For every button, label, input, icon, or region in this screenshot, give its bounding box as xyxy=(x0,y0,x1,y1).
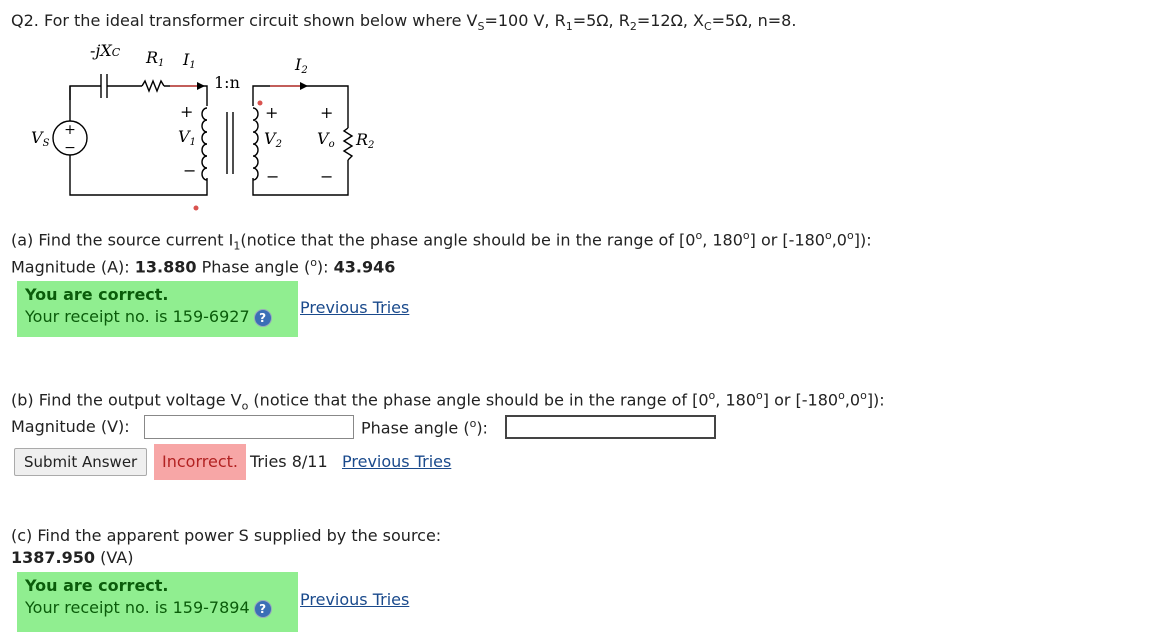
apparent-power-value: 1387.950 xyxy=(11,548,96,567)
help-icon[interactable]: ? xyxy=(253,308,272,327)
phase-angle-input[interactable] xyxy=(505,415,716,439)
part-c-answer: 1387.950 (VA) xyxy=(11,548,133,567)
source-plus: + xyxy=(64,122,76,138)
receipt-text: Your receipt no. is 159-6927 xyxy=(25,307,250,326)
v1-minus: − xyxy=(183,161,196,180)
vo-minus: − xyxy=(320,167,333,186)
label-v2: V2 xyxy=(264,129,282,150)
label-i1: I1 xyxy=(182,50,196,71)
v2-minus: − xyxy=(266,167,279,186)
phase-label: Phase angle ( xyxy=(196,257,311,277)
wire xyxy=(69,85,101,100)
prompt-text: , 180 xyxy=(715,390,756,410)
part-b-previous-tries-link[interactable]: Previous Tries xyxy=(342,452,451,471)
phase-label: Phase angle (o): xyxy=(361,417,488,437)
prompt-text: (notice that the phase angle should be i… xyxy=(240,230,696,250)
part-a-correct-box: You are correct. Your receipt no. is 159… xyxy=(17,281,298,337)
receipt-text: Your receipt no. is 159-7894 xyxy=(25,598,250,617)
phase-label-end: ): xyxy=(316,257,334,277)
prompt-sup: o xyxy=(742,229,750,242)
v2-plus: + xyxy=(265,103,278,122)
label-v1: V1 xyxy=(178,127,196,148)
magnitude-label: Magnitude (A): xyxy=(11,257,135,277)
prompt-text: ] or [-180 xyxy=(749,230,825,250)
resistor-r2 xyxy=(342,127,354,161)
prompt-text: ]): xyxy=(866,390,885,410)
label-vo: Vo xyxy=(317,129,335,150)
secondary-coil xyxy=(252,107,259,181)
prompt-text: ]): xyxy=(853,230,872,250)
magnitude-label: Magnitude (V): xyxy=(11,417,130,436)
label-vs: VS xyxy=(31,128,50,149)
phase-label-text: Phase angle ( xyxy=(361,418,470,438)
part-c-correct-box: You are correct. Your receipt no. is 159… xyxy=(17,572,298,632)
v1-plus: + xyxy=(180,102,193,121)
prompt-sup: o xyxy=(824,229,832,242)
prompt-sup: o xyxy=(838,389,845,402)
part-a-previous-tries-link[interactable]: Previous Tries xyxy=(300,298,409,317)
primary-coil xyxy=(201,107,208,181)
title-sub: 1 xyxy=(565,20,573,34)
help-icon[interactable]: ? xyxy=(253,599,272,618)
question-title: Q2. For the ideal transformer circuit sh… xyxy=(11,11,796,33)
title-text: =5Ω, R xyxy=(572,11,630,30)
incorrect-badge: Incorrect. xyxy=(154,444,246,480)
part-c-prompt: (c) Find the apparent power S supplied b… xyxy=(11,526,442,545)
prompt-text: (notice that the phase angle should be i… xyxy=(248,390,709,410)
magnitude-input[interactable] xyxy=(144,415,354,439)
prompt-text: (b) Find the output voltage V xyxy=(11,390,242,410)
label-ratio: 1:n xyxy=(214,73,240,92)
prompt-sup: o xyxy=(756,389,763,402)
i1-arrowhead xyxy=(197,82,205,90)
magnitude-value: 13.880 xyxy=(134,257,197,277)
correct-message: You are correct. xyxy=(25,576,169,595)
i2-arrowhead xyxy=(300,82,308,90)
title-sub: C xyxy=(703,20,712,34)
prompt-text: , 180 xyxy=(702,230,743,250)
correct-message: You are correct. xyxy=(25,285,169,304)
tries-text: Tries 8/11 xyxy=(250,452,328,471)
phase-value: 43.946 xyxy=(333,257,396,277)
prompt-text: ,0 xyxy=(844,390,861,410)
polarity-dot xyxy=(193,205,199,211)
title-text: =100 V, R xyxy=(484,11,566,30)
polarity-dot xyxy=(257,100,263,106)
label-i2: I2 xyxy=(294,55,308,76)
resistor-r1 xyxy=(141,79,165,93)
part-b-prompt: (b) Find the output voltage V o (notice t… xyxy=(11,389,885,413)
title-text: =12Ω, X xyxy=(636,11,704,30)
part-a-answer: Magnitude (A): 13.880 Phase angle (o): 4… xyxy=(11,256,395,276)
phase-unit-sup: o xyxy=(310,256,317,269)
title-text: Q2. For the ideal transformer circuit sh… xyxy=(11,11,478,30)
label-jxc: -jXC xyxy=(90,41,121,60)
label-r2: R2 xyxy=(355,130,374,151)
prompt-sup: o xyxy=(860,389,867,402)
phase-label-end: ): xyxy=(476,418,488,438)
transformer-circuit-diagram: + − -jXC R1 I1 1:n I2 VS + V1 − + V2 − +… xyxy=(31,41,374,211)
title-text: =5Ω, n=8. xyxy=(711,11,797,30)
unit-label: (VA) xyxy=(95,548,134,567)
prompt-text: ] or [-180 xyxy=(762,390,839,410)
vo-plus: + xyxy=(320,103,333,122)
receipt-line: Your receipt no. is 159-7894? xyxy=(25,598,272,618)
part-a-prompt: (a) Find the source current I1(notice th… xyxy=(11,229,872,253)
prompt-text: ,0 xyxy=(831,230,847,250)
title-sub: 2 xyxy=(629,20,637,34)
submit-answer-button[interactable]: Submit Answer xyxy=(14,448,148,476)
source-minus: − xyxy=(64,140,76,156)
prompt-text: (a) Find the source current I xyxy=(11,230,234,250)
prompt-sup: o xyxy=(846,229,854,242)
part-c-previous-tries-link[interactable]: Previous Tries xyxy=(300,590,409,609)
receipt-line: Your receipt no. is 159-6927? xyxy=(25,307,272,327)
label-r1: R1 xyxy=(145,48,164,69)
